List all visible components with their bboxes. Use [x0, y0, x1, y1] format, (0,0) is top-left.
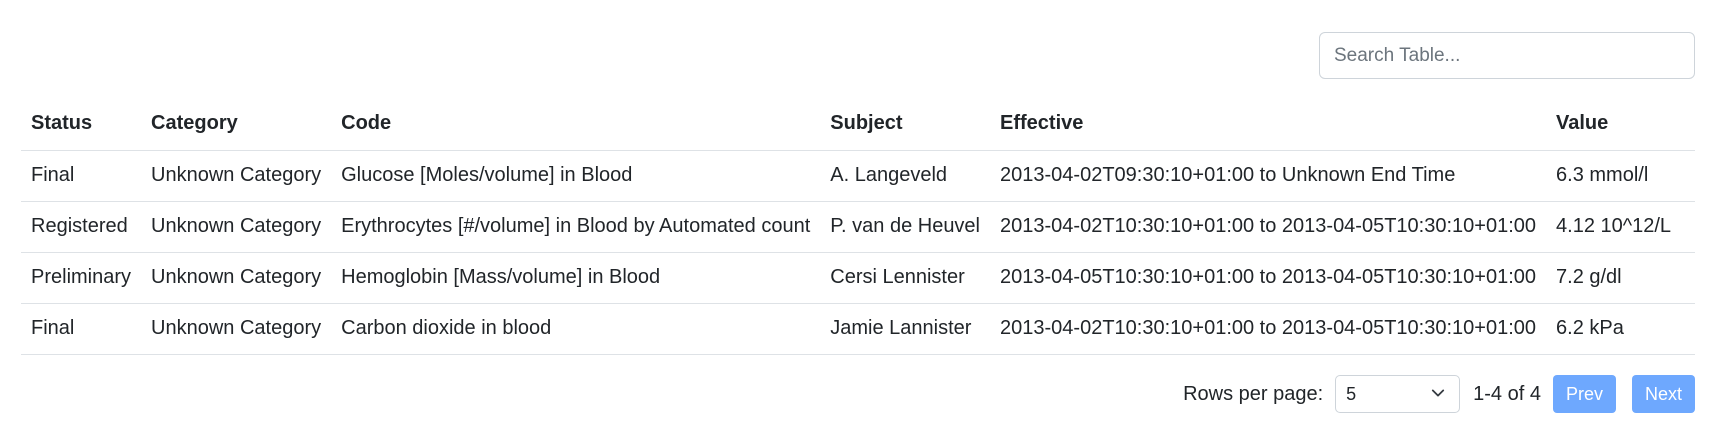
cell-subject: Cersi Lennister: [820, 252, 991, 304]
header-category[interactable]: Category: [141, 98, 332, 151]
page-range: 1-4 of 4: [1473, 382, 1541, 405]
prev-button[interactable]: Prev: [1552, 375, 1616, 413]
header-status[interactable]: Status: [21, 98, 142, 151]
pagination: Rows per page: 5 1-4 of 4 Prev Next: [1183, 375, 1695, 413]
cell-value: 7.2 g/dl: [1546, 252, 1695, 304]
cell-code: Carbon dioxide in blood: [331, 303, 821, 355]
cell-category: Unknown Category: [141, 201, 332, 253]
header-code[interactable]: Code: [331, 98, 821, 151]
header-effective[interactable]: Effective: [990, 98, 1547, 151]
header-subject[interactable]: Subject: [820, 98, 991, 151]
cell-status: Registered: [21, 201, 142, 253]
cell-code: Erythrocytes [#/volume] in Blood by Auto…: [331, 201, 821, 253]
cell-code: Glucose [Moles/volume] in Blood: [331, 150, 821, 202]
table-row[interactable]: Registered Unknown Category Erythrocytes…: [21, 201, 1695, 253]
cell-subject: Jamie Lannister: [820, 303, 991, 355]
table-row[interactable]: Preliminary Unknown Category Hemoglobin …: [21, 252, 1695, 304]
cell-subject: P. van de Heuvel: [820, 201, 991, 253]
cell-code: Hemoglobin [Mass/volume] in Blood: [331, 252, 821, 304]
cell-status: Final: [21, 150, 142, 202]
next-button[interactable]: Next: [1631, 375, 1695, 413]
table-row[interactable]: Final Unknown Category Glucose [Moles/vo…: [21, 150, 1695, 202]
cell-effective: 2013-04-02T10:30:10+01:00 to 2013-04-05T…: [990, 303, 1547, 355]
cell-category: Unknown Category: [141, 150, 332, 202]
cell-effective: 2013-04-02T10:30:10+01:00 to 2013-04-05T…: [990, 201, 1547, 253]
cell-value: 4.12 10^12/L: [1546, 201, 1695, 253]
cell-value: 6.3 mmol/l: [1546, 150, 1695, 202]
table-header-row: Status Category Code Subject Effective V…: [21, 98, 1695, 151]
chevron-down-icon: [1432, 389, 1445, 397]
cell-category: Unknown Category: [141, 252, 332, 304]
observations-table: Status Category Code Subject Effective V…: [21, 98, 1695, 355]
table-row[interactable]: Final Unknown Category Carbon dioxide in…: [21, 303, 1695, 355]
table-view: Status Category Code Subject Effective V…: [0, 0, 1720, 437]
cell-status: Preliminary: [21, 252, 142, 304]
cell-category: Unknown Category: [141, 303, 332, 355]
cell-status: Final: [21, 303, 142, 355]
cell-effective: 2013-04-05T10:30:10+01:00 to 2013-04-05T…: [990, 252, 1547, 304]
cell-subject: A. Langeveld: [820, 150, 991, 202]
rows-per-page-label: Rows per page:: [1183, 382, 1324, 405]
cell-effective: 2013-04-02T09:30:10+01:00 to Unknown End…: [990, 150, 1547, 202]
search-input[interactable]: [1319, 32, 1695, 79]
rows-per-page-select[interactable]: 5: [1335, 375, 1461, 413]
rows-per-page-value: 5: [1346, 383, 1357, 404]
cell-value: 6.2 kPa: [1546, 303, 1695, 355]
header-value[interactable]: Value: [1546, 98, 1695, 151]
